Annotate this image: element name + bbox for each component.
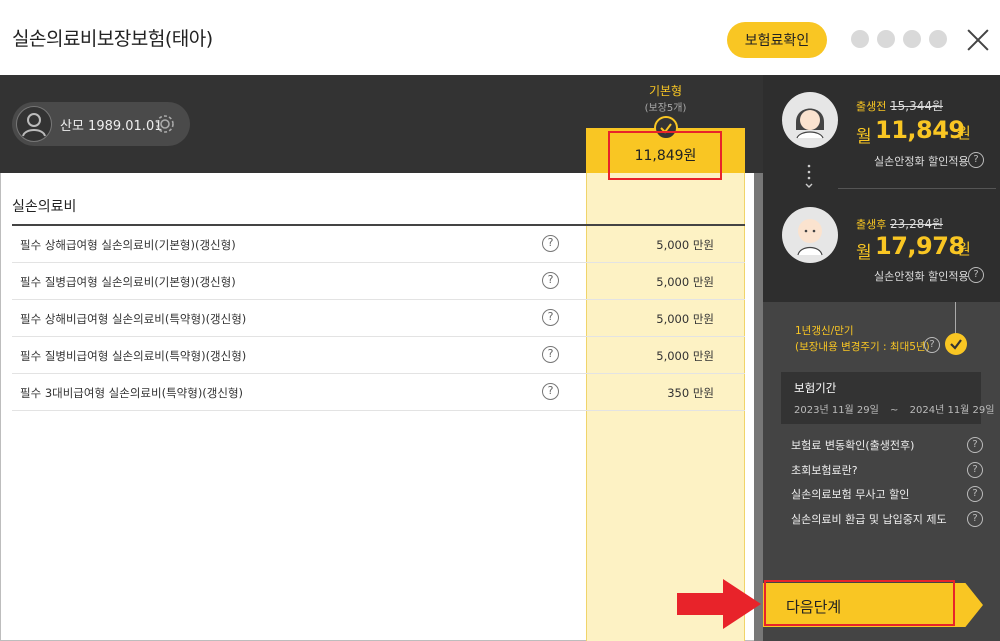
before-birth-month: 월: [856, 127, 872, 147]
help-icon[interactable]: ?: [967, 462, 983, 478]
premium-check-button[interactable]: 보험료확인: [727, 22, 827, 58]
after-birth-won: 원: [957, 240, 971, 258]
before-birth-won: 원: [957, 124, 971, 142]
help-icon[interactable]: ?: [968, 152, 984, 168]
table-row: 필수 상해급여형 실손의료비(기본형)(갱신형) ? 5,000 만원: [12, 226, 745, 263]
period-title: 보험기간: [794, 381, 837, 395]
before-birth-price: 11,849: [875, 116, 965, 144]
link-premium-change[interactable]: 보험료 변동확인(출생전후): [791, 437, 914, 453]
check-icon[interactable]: [945, 333, 967, 355]
table-row: 필수 질병비급여형 실손의료비(특약형)(갱신형) ? 5,000 만원: [12, 337, 745, 374]
highlight-box-next: [764, 580, 955, 626]
mother-icon: [782, 92, 838, 148]
period-start: 2023년 11월 29일: [794, 405, 879, 416]
after-birth-label: 출생후: [856, 218, 887, 231]
period-end: 2024년 11월 29일: [909, 405, 995, 416]
help-icon[interactable]: ?: [542, 346, 559, 363]
link-no-claim-discount[interactable]: 실손의료보험 무사고 할인: [791, 486, 909, 502]
row-value: 5,000 만원: [656, 312, 714, 326]
close-icon[interactable]: [964, 26, 992, 54]
period-dates: 2023년 11월 29일 ~ 2024년 11월 29일: [794, 401, 994, 416]
plan-name: 기본형: [648, 84, 683, 98]
before-birth-label: 출생전: [856, 100, 887, 113]
renewal-info: 1년갱신/만기 (보장내용 변경주기 : 최대5년): [795, 323, 930, 355]
before-birth-old-price: 15,344원: [890, 99, 944, 113]
help-icon[interactable]: ?: [967, 437, 983, 453]
plan-coverage-count: (보장5개): [644, 103, 687, 114]
table-row: 필수 3대비급여형 실손의료비(특약형)(갱신형) ? 350 만원: [12, 374, 745, 411]
row-value: 5,000 만원: [656, 238, 714, 252]
help-icon[interactable]: ?: [968, 267, 984, 283]
chevron-down-icon: [805, 163, 813, 193]
help-icon[interactable]: ?: [924, 337, 940, 353]
table-row: 필수 상해비급여형 실손의료비(특약형)(갱신형) ? 5,000 만원: [12, 300, 745, 337]
help-icon[interactable]: ?: [542, 383, 559, 400]
panel-divider: [838, 188, 996, 189]
renewal-line2: (보장내용 변경주기 : 최대5년): [795, 341, 930, 353]
row-label: 필수 질병비급여형 실손의료비(특약형)(갱신형): [20, 349, 247, 363]
baby-icon: [782, 207, 838, 263]
help-icon[interactable]: ?: [967, 511, 983, 527]
renewal-line1: 1년갱신/만기: [795, 325, 854, 337]
row-label: 필수 질병급여형 실손의료비(기본형)(갱신형): [20, 275, 236, 289]
connector-line: [955, 302, 956, 334]
step-dot-2: [877, 30, 895, 48]
help-icon[interactable]: ?: [542, 309, 559, 326]
row-value: 5,000 만원: [656, 275, 714, 289]
row-value: 350 만원: [667, 386, 714, 400]
header: 실손의료비보장보험(태아) 보험료확인: [0, 0, 1000, 75]
after-birth-old-price: 23,284원: [890, 217, 944, 231]
link-refund[interactable]: 실손의료비 환급 및 납입중지 제도: [791, 511, 947, 527]
period-separator: ~: [890, 405, 899, 416]
after-birth-price: 17,978: [875, 232, 965, 260]
after-birth-month: 월: [856, 243, 872, 263]
profile-pill[interactable]: 산모 1989.01.01: [12, 102, 190, 146]
step-dot-4: [929, 30, 947, 48]
user-avatar-icon: [16, 106, 52, 142]
help-icon[interactable]: ?: [542, 272, 559, 289]
scrollbar[interactable]: [754, 173, 763, 641]
link-first-premium[interactable]: 초회보험료란?: [791, 462, 858, 478]
page-title: 실손의료비보장보험(태아): [12, 28, 213, 50]
profile-name: 산모 1989.01.01: [60, 119, 163, 134]
help-icon[interactable]: ?: [542, 235, 559, 252]
gear-icon[interactable]: [154, 113, 176, 135]
table-row: 필수 질병급여형 실손의료비(기본형)(갱신형) ? 5,000 만원: [12, 263, 745, 300]
help-icon[interactable]: ?: [967, 486, 983, 502]
highlight-box-price: [608, 131, 722, 180]
after-birth-discount: 실손안정화 할인적용: [874, 270, 969, 283]
arrow-right-icon: [675, 575, 765, 633]
row-label: 필수 상해비급여형 실손의료비(특약형)(갱신형): [20, 312, 247, 326]
row-label: 필수 상해급여형 실손의료비(기본형)(갱신형): [20, 238, 236, 252]
step-dot-3: [903, 30, 921, 48]
row-label: 필수 3대비급여형 실손의료비(특약형)(갱신형): [20, 386, 244, 400]
before-birth-discount: 실손안정화 할인적용: [874, 155, 969, 168]
row-value: 5,000 만원: [656, 349, 714, 363]
section-title: 실손의료비: [12, 199, 77, 215]
step-dot-1: [851, 30, 869, 48]
